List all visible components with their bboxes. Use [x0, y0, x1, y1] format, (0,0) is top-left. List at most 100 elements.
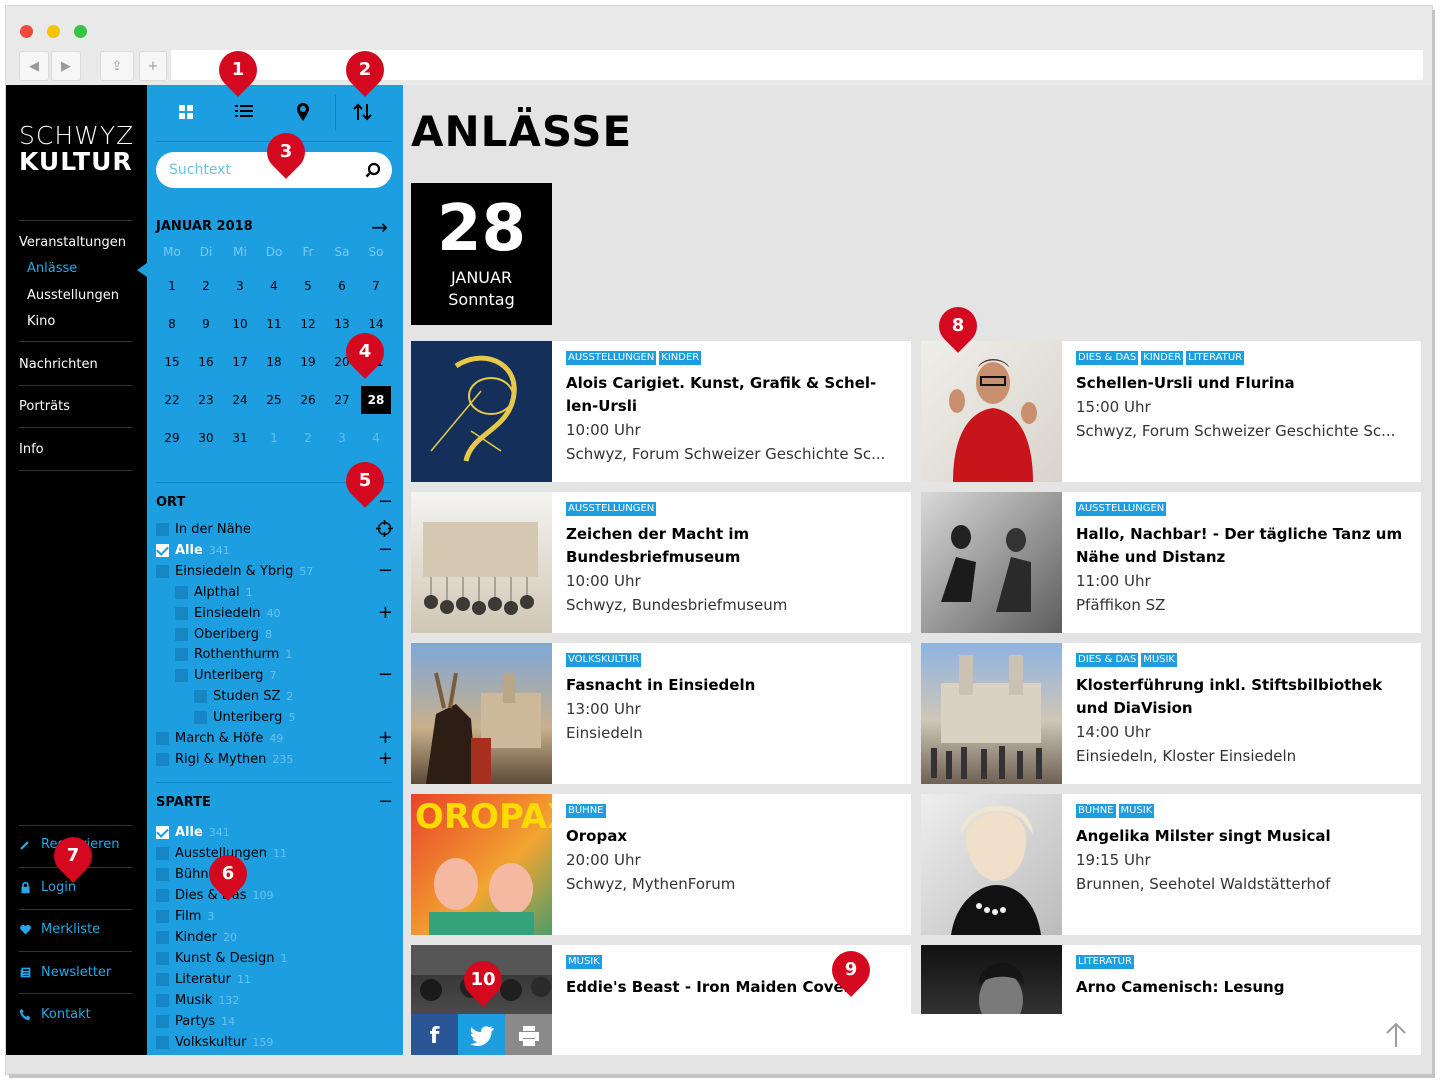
filter-ort-item[interactable]: Einsiedeln 40 — [175, 606, 281, 621]
event-image[interactable] — [921, 643, 1062, 784]
category-tag[interactable]: BÜHNE — [566, 804, 606, 818]
checkbox[interactable] — [156, 847, 169, 860]
minimize-window-dot[interactable] — [47, 25, 60, 38]
event-title[interactable]: Hallo, Nachbar! - Der tägliche Tanz um N… — [1076, 523, 1416, 569]
collapse-icon[interactable]: − — [378, 666, 393, 684]
category-tag[interactable]: KINDER — [1141, 351, 1184, 365]
footer-newsletter[interactable]: Newsletter — [19, 965, 111, 980]
calendar-day[interactable]: 26 — [291, 393, 325, 407]
filter-sparte-item[interactable]: Literatur 11 — [156, 972, 251, 987]
filter-sparte-item[interactable]: Partys 14 — [156, 1014, 235, 1029]
event-card[interactable]: DIES & DAS KINDER LITERATUR Schellen-Ursli … — [921, 341, 1421, 482]
calendar-day[interactable]: 16 — [189, 355, 223, 369]
event-card[interactable]: AUSSTELLUNGEN Hallo, Nachbar! - Der tägli… — [921, 492, 1421, 633]
calendar-day[interactable]: 6 — [325, 279, 359, 293]
category-tag[interactable]: LITERATUR — [1076, 955, 1134, 969]
checkbox[interactable] — [156, 523, 169, 536]
filter-ort-item[interactable]: Unteriberg 5 — [194, 710, 295, 725]
calendar-day[interactable]: 12 — [291, 317, 325, 331]
filter-sparte-item[interactable]: Kinder 20 — [156, 930, 237, 945]
event-image[interactable] — [921, 492, 1062, 633]
checkbox[interactable] — [194, 711, 207, 725]
checkbox[interactable] — [175, 606, 188, 620]
nav-item-portraets[interactable]: Porträts — [19, 399, 70, 414]
nav-sub-ausstellungen[interactable]: Ausstellungen — [27, 288, 119, 303]
expand-icon[interactable]: + — [378, 729, 393, 747]
checkbox[interactable] — [156, 973, 169, 986]
event-image[interactable]: OROPAX — [411, 794, 573, 935]
calendar-day[interactable]: 23 — [189, 393, 223, 407]
grid-view-icon[interactable] — [175, 101, 197, 123]
category-tag[interactable]: MUSIK — [566, 955, 602, 969]
event-title[interactable]: Schellen-Ursli und Flurina — [1076, 372, 1416, 395]
category-tag[interactable]: BÜHNE — [1076, 804, 1116, 818]
checkbox[interactable] — [156, 931, 169, 944]
twitter-share-button[interactable] — [458, 1014, 505, 1055]
event-title[interactable]: Zeichen der Macht im Bundesbriefmuseum — [566, 523, 906, 569]
calendar-day-selected[interactable]: 28 — [361, 386, 391, 414]
calendar-day[interactable]: 13 — [325, 317, 359, 331]
filter-ort-item[interactable]: In der Nähe — [156, 522, 257, 537]
calendar-day[interactable]: 7 — [359, 279, 393, 293]
filter-ort-item[interactable]: Rothenthurm 1 — [175, 647, 292, 662]
event-image[interactable] — [921, 794, 1062, 935]
checkbox[interactable] — [156, 752, 169, 766]
print-button[interactable] — [505, 1014, 552, 1055]
calendar-day[interactable]: 15 — [155, 355, 189, 369]
footer-kontakt[interactable]: Kontakt — [19, 1007, 91, 1022]
filter-ort-item[interactable]: Alle 341 — [156, 543, 230, 558]
filter-ort-item[interactable]: March & Höfe 49 — [156, 731, 283, 746]
category-tag[interactable]: DIES & DAS — [1076, 351, 1139, 365]
calendar-day[interactable]: 14 — [359, 317, 393, 331]
category-tag[interactable]: AUSSTELLUNGEN — [566, 502, 657, 516]
checkbox[interactable] — [156, 952, 169, 965]
event-title[interactable]: Alois Carigiet. Kunst, Grafik & Schel-le… — [566, 372, 906, 418]
filter-ort-item[interactable]: Oberiberg 8 — [175, 627, 272, 642]
calendar-day[interactable]: 3 — [223, 279, 257, 293]
next-month-arrow-icon[interactable]: → — [371, 215, 388, 239]
checkbox[interactable] — [156, 732, 169, 745]
calendar-day[interactable]: 11 — [257, 317, 291, 331]
calendar-day[interactable]: 2 — [189, 279, 223, 293]
checkbox[interactable] — [175, 669, 188, 683]
event-image[interactable] — [921, 341, 1062, 482]
checkbox[interactable] — [156, 1036, 169, 1049]
calendar-day[interactable]: 17 — [223, 355, 257, 369]
calendar-day[interactable]: 8 — [155, 317, 189, 331]
checkbox[interactable] — [156, 543, 169, 557]
new-tab-button[interactable]: + — [139, 51, 167, 81]
logo-line2[interactable]: KULTUR — [19, 147, 133, 176]
close-window-dot[interactable] — [20, 25, 33, 38]
footer-merkliste[interactable]: Merkliste — [19, 922, 100, 937]
back-to-top-button[interactable] — [1385, 1022, 1407, 1052]
filter-ort-item[interactable]: Einsiedeln & Ybrig 57 — [156, 564, 313, 579]
event-image[interactable] — [411, 492, 552, 633]
event-title[interactable]: Klosterführung inkl. Stiftsbilbiothek un… — [1076, 674, 1416, 720]
expand-icon[interactable]: + — [378, 603, 393, 622]
nav-item-veranstaltungen[interactable]: Veranstaltungen — [19, 235, 126, 250]
calendar-day[interactable]: 18 — [257, 355, 291, 369]
calendar-day[interactable]: 5 — [291, 279, 325, 293]
event-title[interactable]: Angelika Milster singt Musical — [1076, 825, 1416, 848]
filter-sparte-item[interactable]: Volkskultur 159 — [156, 1035, 273, 1050]
calendar-day[interactable]: 29 — [155, 431, 189, 445]
calendar-day[interactable]: 1 — [257, 431, 291, 445]
collapse-icon[interactable]: − — [378, 540, 393, 559]
forward-button[interactable]: ▶ — [51, 51, 81, 81]
calendar-day[interactable]: 24 — [223, 393, 257, 407]
category-tag[interactable]: DIES & DAS — [1076, 653, 1139, 667]
calendar-day[interactable]: 19 — [291, 355, 325, 369]
event-image[interactable] — [411, 643, 552, 784]
locate-target-icon[interactable] — [376, 520, 393, 541]
checkbox[interactable] — [156, 564, 169, 578]
category-tag[interactable]: MUSIK — [1141, 653, 1177, 667]
filter-ort-item[interactable]: Unteriberg 7 — [175, 668, 276, 683]
event-title[interactable]: Oropax — [566, 825, 906, 848]
filter-sparte-item[interactable]: Film 3 — [156, 909, 214, 924]
event-title[interactable]: Arno Camenisch: Lesung — [1076, 976, 1416, 999]
nav-sub-kino[interactable]: Kino — [27, 314, 55, 329]
calendar-day[interactable]: 3 — [325, 431, 359, 445]
checkbox[interactable] — [156, 889, 169, 902]
event-card[interactable]: VOLKSKULTUR Fasnacht in Einsiedeln 13:00 U… — [411, 643, 911, 784]
nav-item-info[interactable]: Info — [19, 442, 44, 457]
